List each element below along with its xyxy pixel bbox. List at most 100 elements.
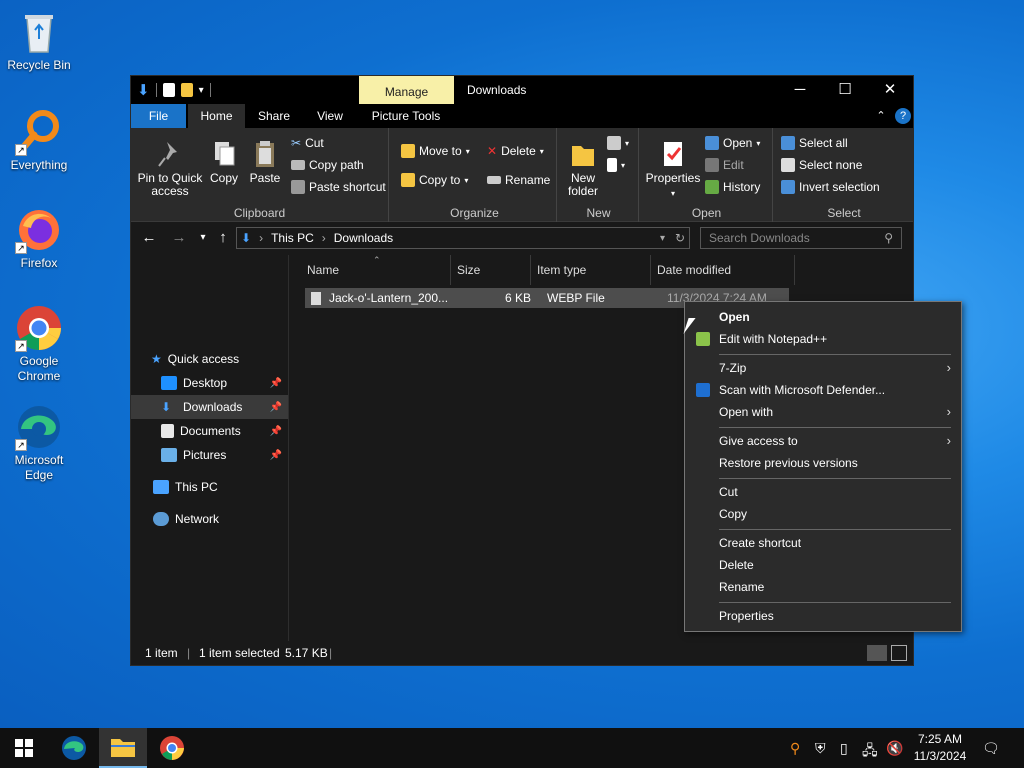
select-all-button[interactable]: Select all xyxy=(781,136,848,150)
edge-label: Microsoft Edge xyxy=(14,453,64,482)
nav-quick-access[interactable]: ★ Quick access xyxy=(131,347,288,371)
up-arrow-icon[interactable]: ↑ xyxy=(213,229,233,246)
recent-locations-chevron-icon[interactable]: ▾ xyxy=(193,232,213,243)
menu-item-open[interactable]: Open xyxy=(685,306,961,328)
menu-item-delete[interactable]: Delete xyxy=(685,554,961,576)
new-item-button[interactable]: ▾ xyxy=(607,136,629,150)
taskbar-chrome-button[interactable] xyxy=(148,728,196,768)
copy-label: Copy xyxy=(209,171,238,185)
help-icon[interactable]: ? xyxy=(895,108,911,124)
menu-item-rename[interactable]: Rename xyxy=(685,576,961,598)
delete-button[interactable]: ✕ Delete ▾ xyxy=(487,144,544,158)
open-button[interactable]: Open ▾ xyxy=(705,136,760,150)
tab-file[interactable]: File xyxy=(131,104,186,128)
dropdown-icon: ▾ xyxy=(756,138,761,148)
tab-picture-tools[interactable]: Picture Tools xyxy=(361,104,451,128)
copy-path-button[interactable]: Copy path xyxy=(291,158,364,172)
context-menu: Open Edit with Notepad++ 7-Zip › Scan wit… xyxy=(684,301,962,632)
copy-to-button[interactable]: Copy to ▾ xyxy=(401,173,468,187)
breadcrumb-this-pc[interactable]: This PC xyxy=(271,231,314,245)
tab-share[interactable]: Share xyxy=(249,104,299,128)
everything-tray-icon[interactable]: ⚲ xyxy=(790,740,800,757)
nav-desktop[interactable]: Desktop 📌 xyxy=(131,371,288,395)
menu-item-7zip[interactable]: 7-Zip › xyxy=(685,357,961,379)
tab-manage[interactable]: Manage xyxy=(359,76,454,104)
chrome-desktop-icon[interactable]: ↗ Google Chrome xyxy=(0,304,78,384)
maximize-button[interactable]: ☐ xyxy=(822,76,868,104)
defender-tray-icon[interactable]: ⛨ xyxy=(815,740,826,757)
nav-network[interactable]: Network xyxy=(131,507,288,531)
edit-button[interactable]: Edit xyxy=(705,158,744,172)
paste-shortcut-button[interactable]: Paste shortcut xyxy=(291,180,386,194)
network-tray-icon[interactable]: 🖧 xyxy=(862,740,878,764)
edge-desktop-icon[interactable]: ↗ Microsoft Edge xyxy=(0,403,78,483)
qat-dropdown-icon[interactable]: ▾ xyxy=(199,85,204,96)
column-header-item-type[interactable]: Item type xyxy=(531,255,651,285)
back-arrow-icon[interactable]: ← xyxy=(139,229,159,246)
pin-icon: 📌 xyxy=(269,449,282,461)
breadcrumb-downloads[interactable]: Downloads xyxy=(334,231,393,245)
new-folder-button[interactable]: New folder xyxy=(563,138,603,198)
search-input[interactable]: Search Downloads ⚲ xyxy=(700,227,902,249)
everything-desktop-icon[interactable]: ↗ Everything xyxy=(0,108,78,173)
toolbar-divider xyxy=(209,83,211,97)
menu-item-create-shortcut[interactable]: Create shortcut xyxy=(685,532,961,554)
pin-to-quick-access-button[interactable]: Pin to Quick access xyxy=(137,138,203,198)
large-icons-view-icon[interactable] xyxy=(891,645,907,661)
minimize-button[interactable]: ─ xyxy=(777,76,823,104)
tab-view[interactable]: View xyxy=(305,104,355,128)
nav-pictures[interactable]: Pictures 📌 xyxy=(131,443,288,467)
menu-item-cut[interactable]: Cut xyxy=(685,481,961,503)
column-header-date-modified[interactable]: Date modified xyxy=(651,255,795,285)
new-folder-qat-icon[interactable] xyxy=(180,83,193,97)
nav-documents[interactable]: Documents 📌 xyxy=(131,419,288,443)
close-button[interactable]: ✕ xyxy=(867,76,913,104)
easy-access-button[interactable]: ▾ xyxy=(607,158,625,172)
menu-item-properties[interactable]: Properties xyxy=(685,605,961,627)
firefox-desktop-icon[interactable]: ↗ Firefox xyxy=(0,206,78,271)
properties-qat-icon[interactable] xyxy=(162,83,175,97)
nav-this-pc-label: This PC xyxy=(175,480,218,494)
cut-button[interactable]: ✂ Cut xyxy=(291,136,324,150)
invert-selection-button[interactable]: Invert selection xyxy=(781,180,880,194)
select-none-button[interactable]: Select none xyxy=(781,158,862,172)
menu-item-give-access[interactable]: Give access to › xyxy=(685,430,961,452)
computer-icon xyxy=(153,480,169,494)
rename-button[interactable]: Rename xyxy=(487,173,550,187)
paste-button[interactable]: Paste xyxy=(247,138,283,185)
notifications-icon[interactable]: 🗨 xyxy=(982,740,1000,757)
address-bar[interactable]: ⬇ › This PC › Downloads ▾ ↻ xyxy=(236,227,690,249)
volume-muted-icon[interactable]: 🔇 xyxy=(886,740,903,757)
nav-downloads[interactable]: ⬇ Downloads 📌 xyxy=(131,395,288,419)
recycle-bin-desktop-icon[interactable]: Recycle Bin xyxy=(0,8,78,73)
column-header-size[interactable]: Size xyxy=(451,255,531,285)
status-selected-size: 5.17 KB xyxy=(285,646,328,660)
menu-item-copy[interactable]: Copy xyxy=(685,503,961,525)
move-to-button[interactable]: Move to ▾ xyxy=(401,144,470,158)
refresh-icon[interactable]: ↻ xyxy=(675,231,685,245)
menu-item-restore-versions[interactable]: Restore previous versions xyxy=(685,452,961,474)
download-arrow-icon[interactable]: ⬇ xyxy=(137,81,150,99)
system-clock[interactable]: 7:25 AM 11/3/2024 xyxy=(908,731,972,765)
menu-item-edit-with-notepad[interactable]: Edit with Notepad++ xyxy=(685,328,961,350)
taskbar-edge-button[interactable] xyxy=(50,728,98,768)
collapse-ribbon-icon[interactable]: ⌃ xyxy=(871,104,891,128)
menu-separator xyxy=(719,602,951,603)
defender-shield-icon xyxy=(696,383,710,397)
tab-home[interactable]: Home xyxy=(188,104,245,128)
address-dropdown-icon[interactable]: ▾ xyxy=(660,233,665,244)
menu-item-scan-defender[interactable]: Scan with Microsoft Defender... xyxy=(685,379,961,401)
usb-tray-icon[interactable]: ▯ xyxy=(840,740,848,757)
forward-arrow-icon[interactable]: → xyxy=(169,229,189,246)
copy-button[interactable]: Copy xyxy=(207,138,241,185)
menu-item-open-with[interactable]: Open with › xyxy=(685,401,961,423)
properties-button[interactable]: Properties ▾ xyxy=(645,138,701,200)
taskbar-file-explorer-button[interactable] xyxy=(99,728,147,768)
column-header-name[interactable]: Name xyxy=(289,255,451,285)
nav-this-pc[interactable]: This PC xyxy=(131,475,288,499)
details-view-icon[interactable] xyxy=(867,645,887,661)
recycle-bin-icon xyxy=(15,8,63,56)
start-button[interactable] xyxy=(0,728,48,768)
properties-label: Properties xyxy=(645,171,701,185)
history-button[interactable]: History xyxy=(705,180,760,194)
